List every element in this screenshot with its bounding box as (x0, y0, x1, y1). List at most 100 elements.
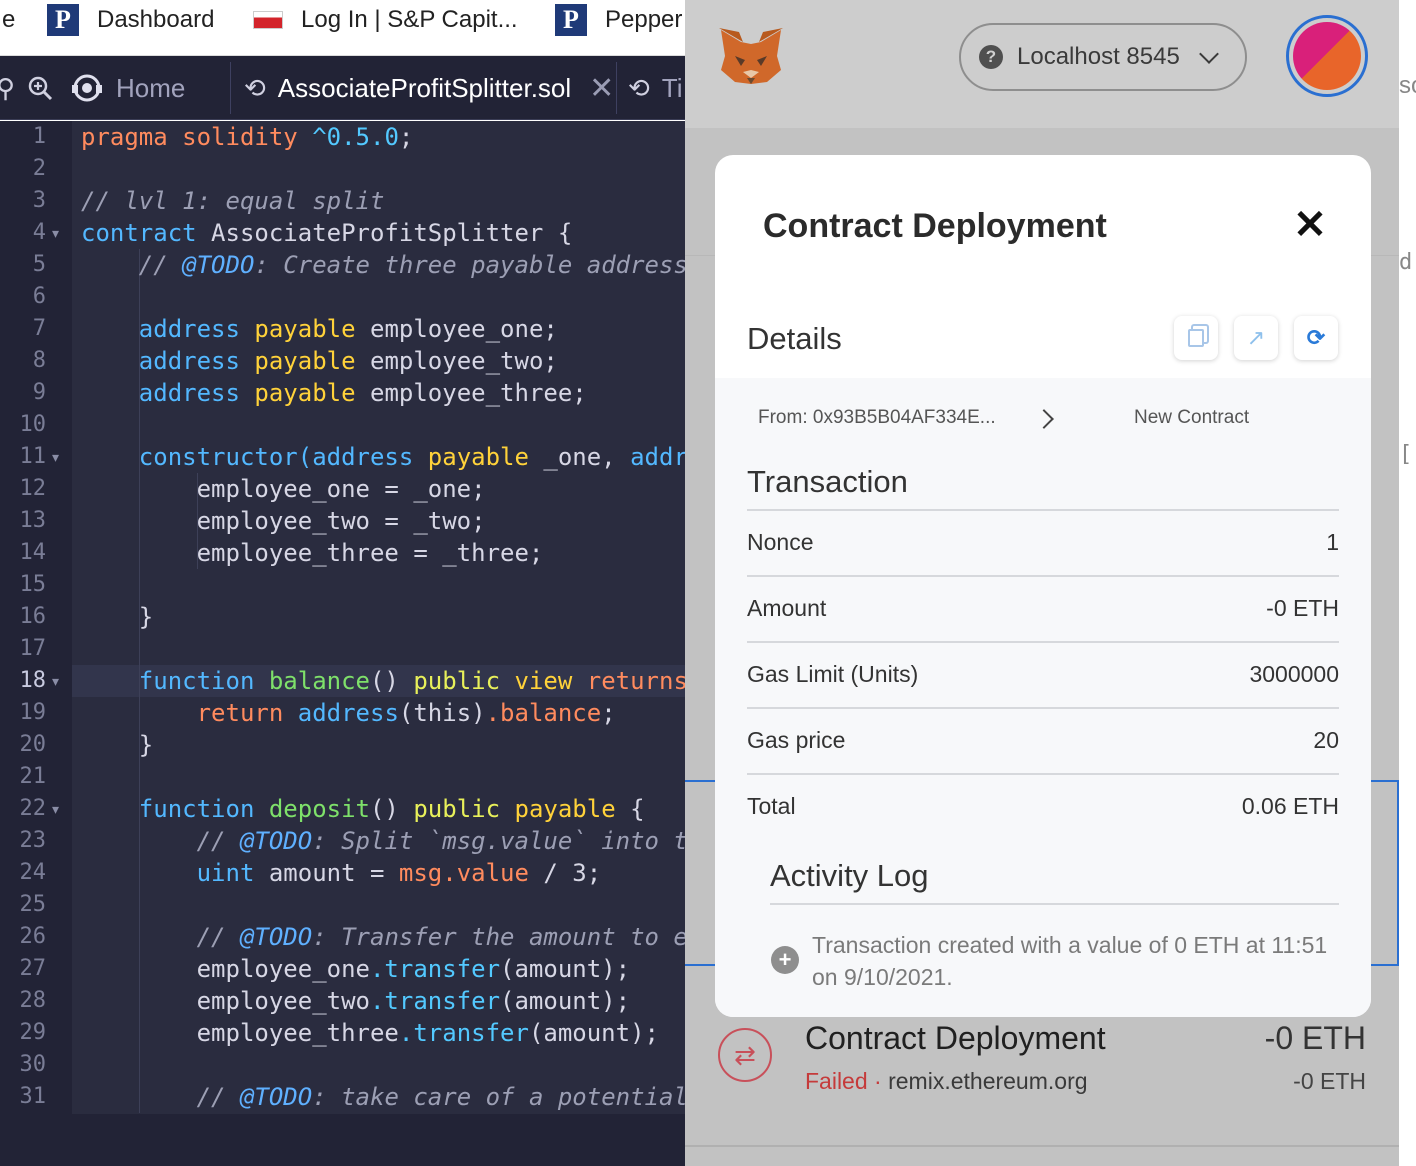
refresh-icon: ⟳ (1306, 325, 1326, 350)
line-number: 8 (32, 348, 46, 373)
line-number-gutter: 1 2 3 4 5 6 7 8 9 10 11 12 13 14 15 16 17 18 19 20 21 22 23 24 2… (0, 121, 72, 1114)
activity-title: Contract Deployment (805, 1020, 1106, 1056)
speed-up-button[interactable]: ⟳ (1294, 316, 1338, 360)
tab-home[interactable]: Home (70, 56, 185, 120)
code-line: // @TODO: take care of a potential (81, 1083, 688, 1111)
bookmark-pepper[interactable]: P Pepper (555, 0, 682, 40)
code-line: // @TODO: Transfer the amount to e (81, 923, 688, 951)
view-on-explorer-button[interactable]: ↗ (1234, 316, 1278, 360)
activity-log-entry: Transaction created with a value of 0 ET… (812, 932, 1328, 990)
row-value: 3000000 (1249, 661, 1339, 687)
line-number: 6 (32, 284, 46, 309)
line-number: 22 (19, 796, 47, 821)
activity-subtitle: Failed · remix.ethereum.org (805, 1068, 1088, 1094)
line-number: 17 (19, 636, 47, 661)
row-nonce: Nonce 1 (747, 511, 1339, 577)
row-total: Total 0.06 ETH (747, 775, 1339, 841)
window-edge: so d [ (1399, 0, 1416, 1166)
line-number: 14 (19, 540, 47, 565)
flag-icon (253, 11, 283, 29)
code-line: address payable employee_one; (81, 315, 558, 343)
code-line: function balance() public view returns (81, 667, 688, 695)
fold-arrow-icon[interactable]: ▾ (52, 217, 59, 249)
row-label: Gas Limit (Units) (747, 661, 919, 687)
activity-amount-secondary: -0 ETH (1293, 1068, 1366, 1094)
code-line: pragma solidity ^0.5.0; (81, 123, 414, 151)
solidity-file-icon: ⟲ (244, 72, 266, 103)
line-number: 2 (32, 156, 46, 181)
row-gas-limit: Gas Limit (Units) 3000000 (747, 643, 1339, 709)
code-line: } (81, 731, 154, 759)
row-label: Nonce (747, 529, 814, 555)
failed-status: Failed (805, 1068, 868, 1094)
row-amount: Amount -0 ETH (747, 577, 1339, 643)
search-icon[interactable]: ⚲ (0, 56, 15, 120)
line-number: 5 (32, 252, 46, 277)
solidity-file-icon: ⟲ (628, 72, 650, 103)
p-logo-icon: P (555, 4, 587, 36)
modal-title: Contract Deployment (763, 207, 1107, 245)
line-number: 29 (19, 1020, 47, 1045)
code-line: employee_three.transfer(amount); (81, 1019, 659, 1047)
fold-arrow-icon[interactable]: ▾ (52, 793, 59, 825)
line-number: 30 (19, 1052, 47, 1077)
line-number: 1 (32, 124, 46, 149)
copy-button[interactable] (1174, 316, 1218, 360)
tab-divider (230, 62, 231, 114)
transaction-panel: From: 0x93B5B04AF334E... New Contract Tr… (715, 378, 1371, 1017)
from-address[interactable]: From: 0x93B5B04AF334E... (758, 407, 996, 429)
line-number: 21 (19, 764, 47, 789)
network-label: Localhost 8545 (1017, 43, 1180, 70)
code-line: // lvl 1: equal split (81, 187, 385, 215)
line-number: 23 (19, 828, 47, 853)
line-number: 26 (19, 924, 47, 949)
bookmark-dashboard[interactable]: P Dashboard (47, 0, 214, 40)
tab-associate-profit-splitter[interactable]: ⟲ AssociateProfitSplitter.sol ✕ (244, 56, 614, 120)
code-line: // @TODO: Split `msg.value` into t (81, 827, 688, 855)
metamask-fox-icon (719, 28, 783, 84)
metamask-header: ? Localhost 8545 (685, 0, 1399, 128)
tab-other-file[interactable]: ⟲ Ti (628, 56, 683, 120)
bookmark-fragment[interactable]: e (2, 0, 15, 40)
plus-circle-icon: + (771, 946, 799, 974)
activity-origin: remix.ethereum.org (888, 1068, 1088, 1094)
code-line: employee_two = _two; (81, 507, 486, 535)
zoom-in-icon[interactable] (26, 56, 54, 120)
line-number: 13 (19, 508, 47, 533)
code-fragment: [ (1399, 442, 1413, 467)
close-icon[interactable]: ✕ (1293, 205, 1327, 245)
line-number: 15 (19, 572, 47, 597)
line-number: 18 (19, 668, 47, 693)
background-tab-fragment: so (1399, 72, 1416, 99)
divider (685, 1145, 1399, 1147)
code-line: address payable employee_two; (81, 347, 558, 375)
row-value: 20 (1313, 727, 1339, 753)
code-line: employee_one.transfer(amount); (81, 955, 631, 983)
row-value: -0 ETH (1266, 595, 1339, 621)
line-number: 25 (19, 892, 47, 917)
code-fragment: d (1399, 250, 1413, 275)
fold-arrow-icon[interactable]: ▾ (52, 441, 59, 473)
line-number: 9 (32, 380, 46, 405)
external-link-icon: ↗ (1246, 325, 1266, 350)
fold-arrow-icon[interactable]: ▾ (52, 665, 59, 697)
close-tab-icon[interactable]: ✕ (589, 71, 614, 106)
line-number: 3 (32, 188, 46, 213)
p-logo-icon: P (47, 4, 79, 36)
code-line: employee_one = _one; (81, 475, 486, 503)
account-avatar[interactable] (1286, 15, 1368, 97)
line-number: 12 (19, 476, 47, 501)
tab-label: Ti (661, 72, 683, 103)
activity-log-heading: Activity Log (770, 858, 929, 893)
bookmark-sp-capital[interactable]: Log In | S&P Capit... (253, 0, 518, 40)
divider (770, 903, 1339, 905)
line-number: 11 (19, 444, 47, 469)
activity-list-item[interactable]: ⇄ Contract Deployment Failed · remix.eth… (685, 1006, 1399, 1136)
code-line: employee_three = _three; (81, 539, 544, 567)
code-line: uint amount = msg.value / 3; (81, 859, 602, 887)
tab-label: Home (116, 72, 186, 103)
line-number: 16 (19, 604, 47, 629)
transaction-heading: Transaction (747, 464, 908, 499)
row-value: 1 (1326, 529, 1339, 555)
network-selector[interactable]: ? Localhost 8545 (959, 23, 1247, 91)
